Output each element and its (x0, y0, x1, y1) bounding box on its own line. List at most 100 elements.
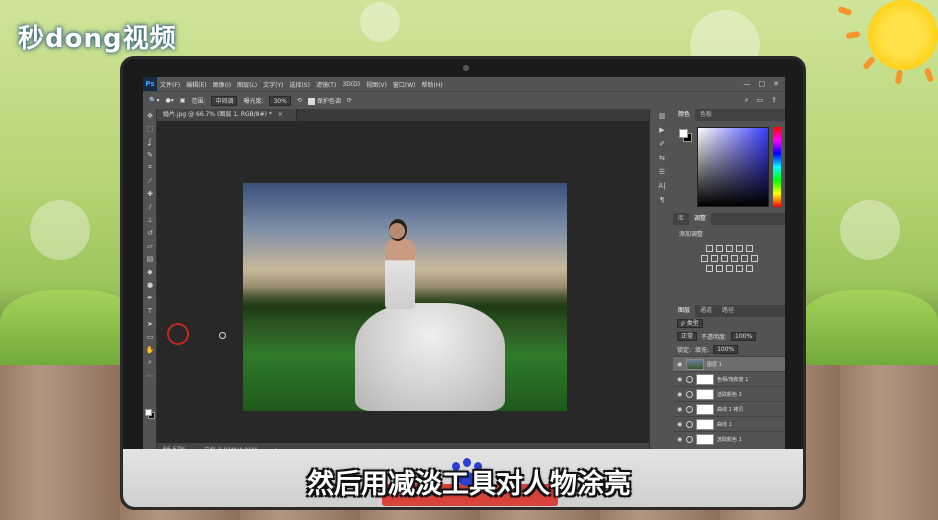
dodge-tool-preset-icon[interactable]: 🔍▾ (149, 97, 159, 104)
menu-select[interactable]: 选择(S) (286, 80, 313, 89)
airbrush-icon[interactable]: ⟲ (297, 97, 302, 104)
tab-paths[interactable]: 路径 (717, 305, 739, 317)
posterize-icon[interactable] (715, 265, 723, 272)
menu-help[interactable]: 帮助(H) (419, 80, 446, 89)
history-brush-icon[interactable]: ↺ (143, 226, 157, 239)
threshold-icon[interactable] (725, 265, 733, 272)
color-picker-field[interactable] (697, 127, 769, 207)
menu-image[interactable]: 图像(I) (210, 80, 234, 89)
brush-preset-icon[interactable]: ●▾ (165, 97, 173, 104)
dodge-tool-icon[interactable]: ● (143, 278, 157, 291)
clone-stamp-icon[interactable]: ⊥ (143, 213, 157, 226)
visibility-eye-icon[interactable]: ◉ (677, 376, 683, 383)
invert-icon[interactable] (705, 265, 713, 272)
properties-icon[interactable]: ☰ (650, 165, 674, 179)
rectangle-tool-icon[interactable]: ▭ (143, 330, 157, 343)
hue-saturation-icon[interactable] (700, 255, 708, 262)
tab-layers[interactable]: 图层 (673, 305, 696, 317)
black-white-icon[interactable] (720, 255, 728, 262)
eyedropper-icon[interactable]: ⁄ (143, 174, 157, 187)
more-tools-icon[interactable]: ⋯ (143, 369, 157, 382)
share-icon[interactable]: ⇪ (771, 96, 777, 105)
tab-swatches[interactable]: 色板 (695, 109, 717, 121)
document-tab[interactable]: 婚片.jpg @ 66.7% (图层 1, RGB/8#) * ✕ (157, 109, 297, 121)
layer-row[interactable]: ◉ 图层 1 (673, 356, 785, 371)
layer-kind-filter[interactable]: ρ 类型 (677, 319, 703, 328)
pressure-icon[interactable]: ⟳ (347, 97, 352, 104)
photo-filter-icon[interactable] (730, 255, 738, 262)
brush-settings-icon[interactable]: ✐ (650, 137, 674, 151)
visibility-eye-icon[interactable]: ◉ (677, 406, 683, 413)
menu-edit[interactable]: 编辑(E) (183, 80, 209, 89)
menu-type[interactable]: 文字(Y) (260, 80, 286, 89)
tab-libraries[interactable]: 库 (673, 213, 689, 225)
blur-tool-icon[interactable]: ◆ (143, 265, 157, 278)
opacity-input[interactable]: 100% (731, 332, 757, 341)
document-canvas-area[interactable] (157, 121, 649, 443)
foreground-color-chip[interactable] (679, 129, 688, 138)
layer-row[interactable]: ◉ 曲线 1 拷贝 (673, 401, 785, 416)
layer-row[interactable]: ◉ 选取颜色 1 (673, 431, 785, 446)
marquee-tool-icon[interactable]: ⬚ (143, 122, 157, 135)
exposure-input[interactable]: 30% (269, 95, 291, 106)
color-balance-icon[interactable] (710, 255, 718, 262)
menu-file[interactable]: 文件(F) (157, 80, 183, 89)
layer-row[interactable]: ◉ 色相/饱和度 1 (673, 371, 785, 386)
visibility-eye-icon[interactable]: ◉ (677, 421, 683, 428)
channel-mixer-icon[interactable] (740, 255, 748, 262)
color-lookup-icon[interactable] (750, 255, 758, 262)
tab-adjustments[interactable]: 调整 (689, 213, 712, 225)
history-panel-icon[interactable]: ▥ (650, 109, 674, 123)
pen-tool-icon[interactable]: ✒ (143, 291, 157, 304)
crop-tool-icon[interactable]: ⌗ (143, 161, 157, 174)
search-icon[interactable]: ⌕ (745, 96, 749, 105)
lasso-tool-icon[interactable]: ʆ (143, 135, 157, 148)
tab-color[interactable]: 颜色 (673, 109, 696, 121)
quick-select-icon[interactable]: ✎ (143, 148, 157, 161)
gradient-tool-icon[interactable]: ▤ (143, 252, 157, 265)
character-panel-icon[interactable]: A| (650, 179, 674, 193)
zoom-tool-icon[interactable]: ⌕ (143, 356, 157, 369)
move-tool-icon[interactable]: ✥ (143, 109, 157, 122)
selective-color-icon[interactable] (745, 265, 753, 272)
levels-icon[interactable] (715, 245, 723, 252)
curves-icon[interactable] (725, 245, 733, 252)
brush-tool-icon[interactable]: ∕ (143, 200, 157, 213)
eraser-tool-icon[interactable]: ▱ (143, 239, 157, 252)
menu-view[interactable]: 视图(V) (363, 80, 390, 89)
path-select-icon[interactable]: ➤ (143, 317, 157, 330)
maximize-button[interactable]: □ (759, 80, 766, 88)
hand-tool-icon[interactable]: ✋ (143, 343, 157, 356)
protect-tones-checkbox[interactable]: 保护色调 (307, 96, 341, 105)
fill-input[interactable]: 100% (713, 345, 739, 354)
vibrance-icon[interactable] (745, 245, 753, 252)
workspace-icon[interactable]: ▭ (757, 96, 764, 105)
tab-channels[interactable]: 通道 (695, 305, 717, 317)
menu-filter[interactable]: 滤镜(T) (313, 80, 339, 89)
visibility-eye-icon[interactable]: ◉ (677, 436, 683, 443)
menu-3d[interactable]: 3D(D) (339, 81, 363, 88)
tool-presets-icon[interactable]: ⇆ (650, 151, 674, 165)
range-select[interactable]: 中间调 (211, 95, 238, 106)
gradient-map-icon[interactable] (735, 265, 743, 272)
close-tab-icon[interactable]: ✕ (278, 111, 283, 118)
layer-row[interactable]: ◉ 选取颜色 2 (673, 386, 785, 401)
paragraph-panel-icon[interactable]: ¶ (650, 193, 674, 207)
visibility-eye-icon[interactable]: ◉ (677, 391, 683, 398)
type-tool-icon[interactable]: T (143, 304, 157, 317)
brightness-icon[interactable] (705, 245, 713, 252)
menu-window[interactable]: 窗口(W) (390, 80, 419, 89)
visibility-eye-icon[interactable]: ◉ (677, 361, 683, 368)
actions-panel-icon[interactable]: ▶ (650, 123, 674, 137)
hue-slider[interactable] (773, 127, 781, 207)
healing-brush-icon[interactable]: ✚ (143, 187, 157, 200)
photo-canvas[interactable] (243, 183, 567, 411)
close-button[interactable]: ✕ (773, 80, 779, 88)
exposure-icon[interactable] (735, 245, 743, 252)
foreground-color-swatch[interactable] (145, 409, 152, 416)
minimize-button[interactable]: — (744, 80, 751, 88)
blend-mode-select[interactable]: 正常 (677, 332, 698, 341)
layer-row[interactable]: ◉ 曲线 1 (673, 416, 785, 431)
menu-layer[interactable]: 图层(L) (234, 80, 260, 89)
brush-panel-icon[interactable]: ▣ (180, 97, 186, 104)
